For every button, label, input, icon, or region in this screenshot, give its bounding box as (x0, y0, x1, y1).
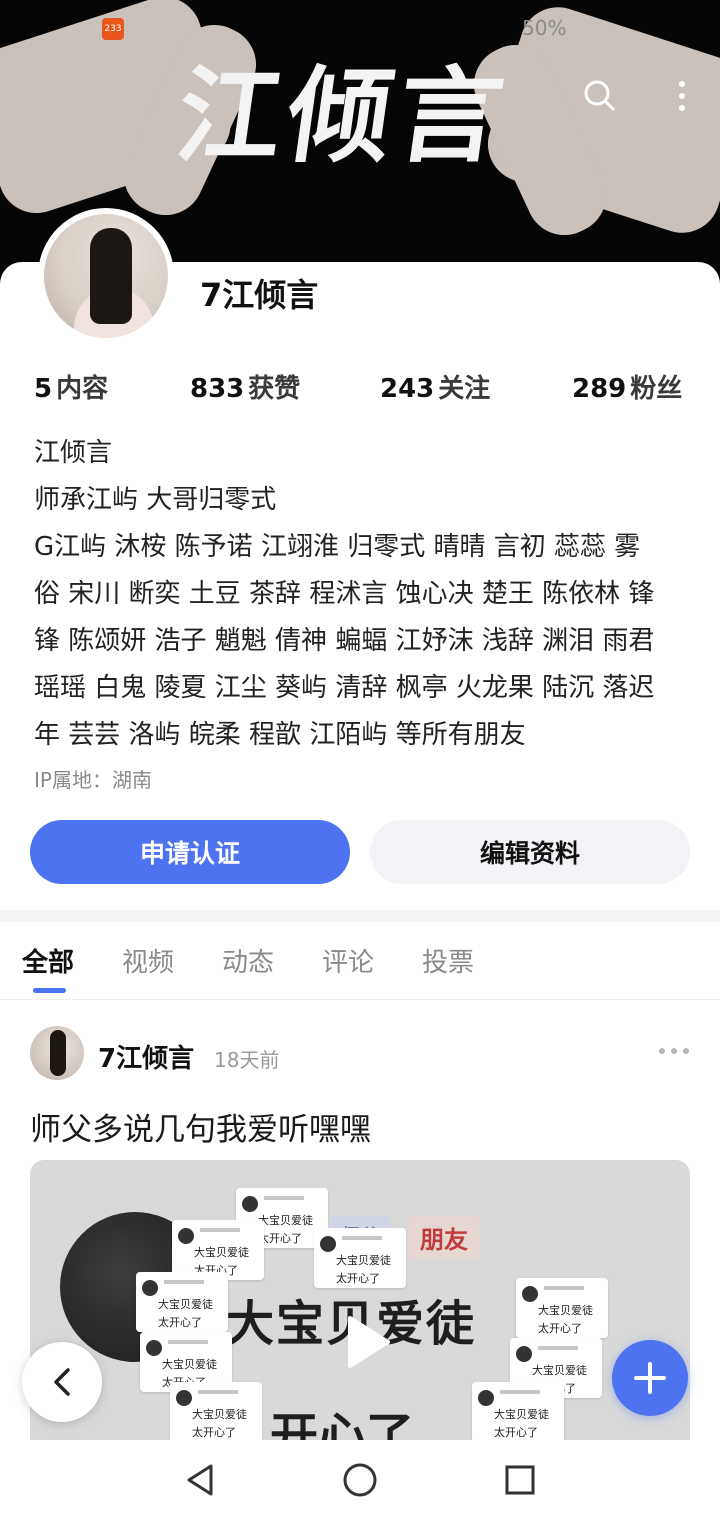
apply-verification-button[interactable]: 申请认证 (30, 820, 350, 884)
section-divider (0, 910, 720, 922)
stat-label: 获赞 (248, 374, 301, 404)
horizontal-dots-icon (659, 1048, 689, 1054)
back-button[interactable] (22, 1342, 102, 1422)
stat-value: 289 (572, 374, 627, 404)
video-comment-chip: 大宝贝爱徒太开心了 (170, 1382, 262, 1440)
tab-moments[interactable]: 动态 (222, 942, 274, 979)
search-icon (584, 80, 615, 111)
system-navigation-bar (0, 1440, 720, 1520)
nav-home-button[interactable] (338, 1458, 382, 1502)
circle-home-icon (343, 1463, 377, 1497)
username: 7江倾言 (200, 276, 319, 314)
stat-likes[interactable]: 833 获赞 (190, 368, 300, 405)
avatar-figure-hair (90, 228, 132, 324)
triangle-back-icon (187, 1464, 213, 1496)
app-badge-icon: 233 (102, 18, 124, 40)
vertical-dots-icon (679, 81, 685, 111)
bio-line: G江屿 沐桉 陈予诺 江翊淮 归零式 晴晴 言初 蕊蕊 雾 (34, 532, 641, 562)
video-comment-chip: 大宝贝爱徒太开心了 (136, 1272, 228, 1332)
bio-line: 师承江屿 大哥归零式 (34, 485, 277, 515)
post-author-avatar[interactable] (30, 1026, 84, 1080)
battery-level: 50% (522, 16, 567, 40)
stat-label: 粉丝 (630, 374, 683, 404)
avatar-image (44, 214, 168, 338)
bio-line: 瑶瑶 白鬼 陵夏 江尘 葵屿 清辞 枫亭 火龙果 陆沉 落迟 (34, 673, 655, 703)
tab-all[interactable]: 全部 (22, 942, 74, 979)
stat-value: 5 (34, 374, 53, 404)
post-text: 师父多说几句我爱听嘿嘿 (30, 1112, 371, 1148)
post-video-thumbnail[interactable]: 师父 朋友 大宝贝爱徒 开心了 大宝贝爱徒太开心了 大宝贝爱徒太开心了 大宝贝爱… (30, 1160, 690, 1440)
post-author-name[interactable]: 7江倾言 (98, 1038, 194, 1075)
square-recents-icon (505, 1465, 535, 1495)
content-tabs: 全部 视频 动态 评论 投票 (0, 934, 720, 1000)
profile-bio: 江倾言 师承江屿 大哥归零式 G江屿 沐桉 陈予诺 江翊淮 归零式 晴晴 言初 … (34, 430, 694, 759)
nav-recents-button[interactable] (498, 1458, 542, 1502)
tab-votes[interactable]: 投票 (422, 942, 474, 979)
search-button[interactable] (578, 74, 622, 118)
video-comment-chip: 大宝贝爱徒太开心了 (314, 1228, 406, 1288)
bio-line: 年 芸芸 洛屿 皖柔 程歆 江陌屿 等所有朋友 (34, 720, 526, 750)
tab-comments[interactable]: 评论 (322, 942, 374, 979)
stat-content[interactable]: 5 内容 (34, 368, 108, 405)
video-comment-chip: 大宝贝爱徒太开心了 (472, 1382, 564, 1440)
stat-value: 243 (380, 374, 435, 404)
profile-stats: 5 内容 833 获赞 243 关注 289 粉丝 (34, 368, 694, 408)
video-tag: 朋友 (408, 1216, 480, 1259)
stat-label: 关注 (438, 374, 491, 404)
post-more-button[interactable] (652, 1036, 696, 1066)
bio-line: 江倾言 (34, 438, 113, 468)
banner-title: 江倾言 (169, 54, 517, 177)
edit-profile-button[interactable]: 编辑资料 (370, 820, 690, 884)
play-icon (348, 1316, 390, 1368)
create-post-button[interactable] (612, 1340, 688, 1416)
bio-line: 俗 宋川 断奕 土豆 茶辞 程沭言 蚀心决 楚王 陈依林 锋 (34, 579, 655, 609)
stat-followers[interactable]: 289 粉丝 (572, 368, 682, 405)
plus-icon (634, 1362, 666, 1394)
post-timestamp: 18天前 (214, 1048, 280, 1072)
stat-value: 833 (190, 374, 245, 404)
more-options-button[interactable] (660, 74, 704, 118)
ip-location: IP属地：湖南 (34, 768, 152, 792)
video-comment-chip: 大宝贝爱徒太开心了 (172, 1220, 264, 1280)
bio-line: 锋 陈颂妍 浩子 魈魁 倩神 蝙蝠 江妤沫 浅辞 渊泪 雨君 (34, 626, 655, 656)
avatar[interactable] (38, 208, 174, 344)
stat-label: 内容 (56, 374, 109, 404)
nav-back-button[interactable] (178, 1458, 222, 1502)
chevron-left-icon (54, 1368, 70, 1396)
active-tab-indicator (33, 988, 66, 993)
video-comment-chip: 大宝贝爱徒太开心了 (516, 1278, 608, 1338)
stat-following[interactable]: 243 关注 (380, 368, 490, 405)
video-overlay-text-2: 开心了 (270, 1408, 415, 1440)
tab-video[interactable]: 视频 (122, 942, 174, 979)
